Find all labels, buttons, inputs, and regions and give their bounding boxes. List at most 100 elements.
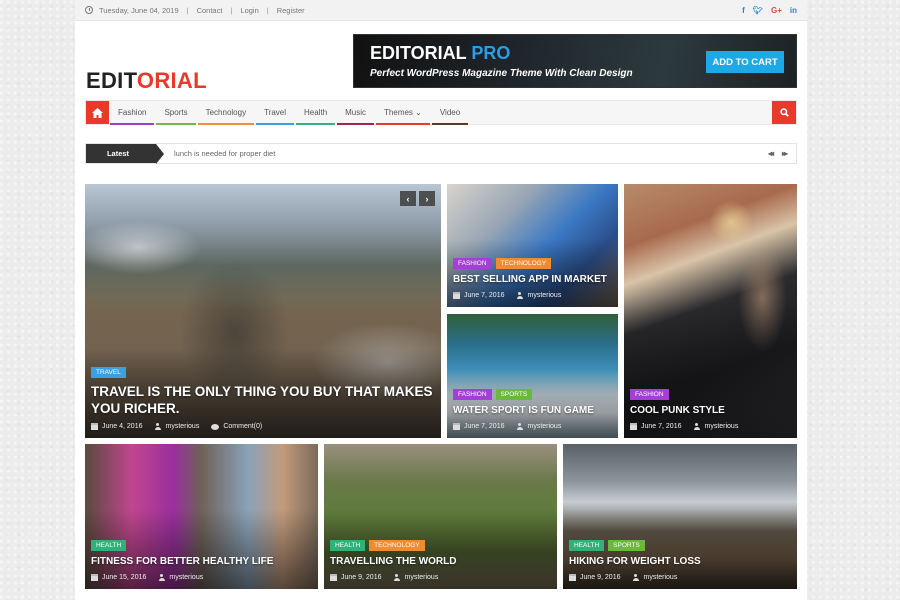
post-card[interactable]: HEALTH FITNESS FOR BETTER HEALTHY LIFE Jun… [85, 444, 318, 589]
featured-post[interactable]: ‹ › TRAVEL TRAVEL IS THE ONLY THING YOU B… [85, 184, 441, 438]
post-date: June 15, 2016 [102, 574, 147, 581]
google-plus-icon[interactable]: G+ [771, 6, 782, 15]
post-meta: June 15, 2016 mysterious [91, 574, 312, 581]
news-ticker: Latest lunch is needed for proper diet ◂… [85, 143, 797, 164]
category-badge[interactable]: FASHION [630, 389, 669, 400]
comment-icon [211, 423, 220, 430]
post-date: June 9, 2016 [580, 574, 621, 581]
search-button[interactable] [772, 101, 796, 124]
nav-item-technology[interactable]: Technology [197, 101, 255, 125]
post-title[interactable]: COOL PUNK STYLE [630, 405, 791, 417]
main-nav: Fashion Sports Technology Travel Health Music… [85, 100, 797, 125]
user-icon [393, 574, 400, 581]
category-badge[interactable]: SPORTS [495, 389, 533, 400]
post-title[interactable]: BEST SELLING APP IN MARKET [453, 274, 612, 286]
category-badge[interactable]: HEALTH [91, 540, 127, 551]
facebook-icon[interactable]: f [742, 6, 745, 15]
post-comments[interactable]: Comment(0) [223, 423, 262, 430]
ticker-label: Latest [86, 144, 164, 164]
slider-next-button[interactable]: › [419, 191, 435, 206]
contact-link[interactable]: Contact [197, 6, 223, 15]
banner-title: EDITORIAL [370, 43, 467, 63]
post-categories: FASHION TECHNOLOGY [453, 258, 612, 269]
post-meta: June 7, 2016 mysterious [453, 423, 612, 430]
clock-icon [85, 6, 93, 14]
page: Tuesday, June 04, 2019 | Contact | Login… [75, 0, 807, 600]
register-link[interactable]: Register [277, 6, 305, 15]
linkedin-icon[interactable]: in [790, 6, 797, 15]
post-card[interactable]: FASHION TECHNOLOGY BEST SELLING APP IN MAR… [447, 184, 618, 307]
category-badge[interactable]: FASHION [453, 389, 492, 400]
header: EDITORIAL EDITORIAL PRO Perfect WordPres… [75, 21, 807, 98]
category-badge[interactable]: FASHION [453, 258, 492, 269]
post-date: June 7, 2016 [464, 423, 505, 430]
category-badge[interactable]: TECHNOLOGY [369, 540, 425, 551]
user-icon [516, 423, 523, 430]
calendar-icon [91, 574, 98, 581]
site-logo[interactable]: EDITORIAL [86, 70, 207, 92]
banner-title-accent: PRO [471, 43, 511, 63]
post-author[interactable]: mysterious [527, 423, 561, 430]
post-card[interactable]: FASHION COOL PUNK STYLE June 7, 2016 myster… [624, 184, 797, 438]
post-meta: June 4, 2016 mysterious Comment(0) [91, 423, 435, 430]
post-categories: HEALTH TECHNOLOGY [330, 540, 551, 551]
nav-item-travel[interactable]: Travel [255, 101, 295, 125]
calendar-icon [453, 423, 460, 430]
nav-item-music[interactable]: Music [336, 101, 375, 125]
post-date: June 7, 2016 [641, 423, 682, 430]
nav-item-video[interactable]: Video [431, 101, 469, 125]
post-card[interactable]: HEALTH SPORTS HIKING FOR WEIGHT LOSS June 9… [563, 444, 797, 589]
nav-item-themes[interactable]: Themes ⌄ [375, 101, 431, 125]
post-author[interactable]: mysterious [165, 423, 199, 430]
user-icon [516, 292, 523, 299]
post-author[interactable]: mysterious [527, 292, 561, 299]
search-icon [779, 108, 789, 117]
nav-items: Fashion Sports Technology Travel Health Music… [109, 101, 469, 125]
post-date: June 9, 2016 [341, 574, 382, 581]
login-link[interactable]: Login [240, 6, 258, 15]
slider-prev-button[interactable]: ‹ [400, 191, 416, 206]
category-badge[interactable]: HEALTH [330, 540, 366, 551]
category-badge[interactable]: TECHNOLOGY [495, 258, 552, 269]
category-badge[interactable]: HEALTH [569, 540, 605, 551]
twitter-icon[interactable]: 🐦︎ [753, 6, 763, 15]
post-categories: FASHION SPORTS [453, 389, 612, 400]
post-meta: June 9, 2016 mysterious [569, 574, 791, 581]
post-date: June 4, 2016 [102, 423, 143, 430]
calendar-icon [453, 292, 460, 299]
post-title[interactable]: TRAVELLING THE WORLD [330, 556, 551, 568]
post-author[interactable]: mysterious [169, 574, 203, 581]
post-meta: June 7, 2016 mysterious [453, 292, 612, 299]
home-icon [92, 107, 103, 118]
post-author[interactable]: mysterious [404, 574, 438, 581]
post-title[interactable]: FITNESS FOR BETTER HEALTHY LIFE [91, 556, 312, 568]
nav-item-sports[interactable]: Sports [155, 101, 196, 125]
post-card[interactable]: FASHION SPORTS WATER SPORT IS FUN GAME June… [447, 314, 618, 438]
post-meta: June 9, 2016 mysterious [330, 574, 551, 581]
ticker-headline[interactable]: lunch is needed for proper diet [174, 149, 275, 158]
post-categories: TRAVEL [91, 367, 435, 378]
category-badge[interactable]: SPORTS [608, 540, 645, 551]
post-title[interactable]: HIKING FOR WEIGHT LOSS [569, 556, 791, 568]
nav-item-health[interactable]: Health [295, 101, 336, 125]
post-card[interactable]: HEALTH TECHNOLOGY TRAVELLING THE WORLD June… [324, 444, 557, 589]
calendar-icon [569, 574, 576, 581]
post-meta: June 7, 2016 mysterious [630, 423, 791, 430]
top-bar: Tuesday, June 04, 2019 | Contact | Login… [75, 0, 807, 21]
user-icon [158, 574, 165, 581]
ticker-next-icon[interactable]: ▸▸ [782, 149, 788, 158]
post-author[interactable]: mysterious [643, 574, 677, 581]
post-author[interactable]: mysterious [704, 423, 738, 430]
social-links: f 🐦︎ G+ in [742, 6, 797, 15]
post-title[interactable]: TRAVEL IS THE ONLY THING YOU BUY THAT MA… [91, 383, 435, 417]
category-badge[interactable]: TRAVEL [91, 367, 126, 378]
post-categories: HEALTH SPORTS [569, 540, 791, 551]
nav-item-fashion[interactable]: Fashion [109, 101, 155, 125]
add-to-cart-button[interactable]: ADD TO CART [706, 51, 784, 73]
post-title[interactable]: WATER SPORT IS FUN GAME [453, 405, 612, 417]
ticker-prev-icon[interactable]: ◂◂ [768, 149, 774, 158]
promo-banner[interactable]: EDITORIAL PRO Perfect WordPress Magazine… [353, 34, 797, 88]
home-button[interactable] [86, 101, 109, 124]
post-categories: FASHION [630, 389, 791, 400]
post-categories: HEALTH [91, 540, 312, 551]
